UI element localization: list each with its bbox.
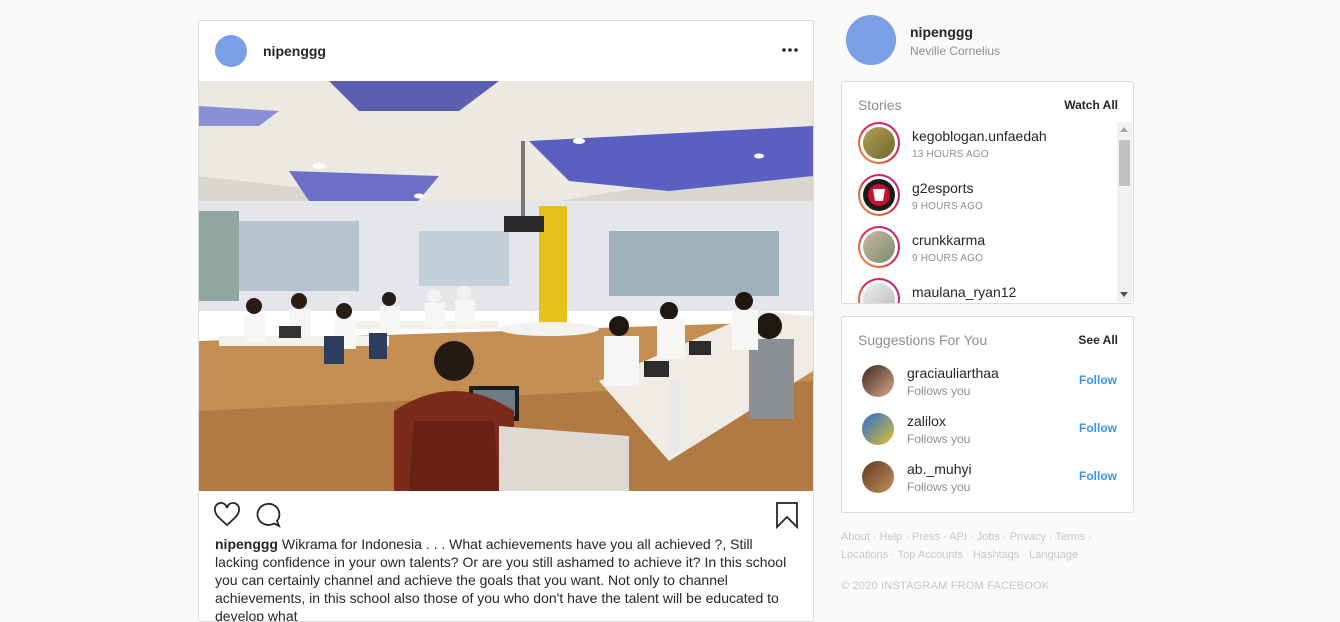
footer-link-api[interactable]: API (949, 531, 967, 543)
suggestion-avatar[interactable] (862, 461, 894, 493)
copyright: © 2020 INSTAGRAM FROM FACEBOOK (841, 580, 1050, 592)
profile-full-name: Neville Cornelius (910, 44, 1001, 58)
footer-link-locations[interactable]: Locations (841, 549, 888, 561)
suggestion-avatar[interactable] (862, 413, 894, 445)
more-options-icon[interactable] (781, 43, 799, 57)
profile-avatar[interactable] (846, 15, 896, 65)
stories-panel: Stories Watch All kegoblogan.unfaedah 13… (841, 81, 1134, 304)
footer-link-language[interactable]: Language (1029, 549, 1078, 561)
footer-link-press[interactable]: Press (912, 531, 940, 543)
suggestion-subtitle: Follows you (907, 384, 971, 398)
suggestion-subtitle: Follows you (907, 480, 971, 494)
story-item[interactable]: kegoblogan.unfaedah 13 HOURS AGO (858, 122, 1108, 166)
follow-button[interactable]: Follow (1079, 373, 1117, 387)
suggestion-username[interactable]: ab._muhyi (907, 461, 972, 477)
comment-icon[interactable] (253, 501, 281, 529)
story-username: g2esports (912, 180, 974, 196)
post-author-avatar[interactable] (215, 35, 247, 67)
post-actions (199, 491, 813, 541)
follow-button[interactable]: Follow (1079, 469, 1117, 483)
story-username: kegoblogan.unfaedah (912, 128, 1047, 144)
scroll-up-arrow[interactable] (1120, 127, 1128, 132)
see-all-link[interactable]: See All (1078, 333, 1118, 347)
stories-scrollbar[interactable] (1117, 122, 1132, 302)
footer-link-privacy[interactable]: Privacy (1010, 531, 1046, 543)
g2-logo-icon (868, 184, 890, 206)
bookmark-icon[interactable] (773, 501, 801, 529)
story-ring (858, 278, 900, 303)
story-time: 9 HOURS AGO (912, 253, 984, 264)
footer-link-jobs[interactable]: Jobs (977, 531, 1000, 543)
suggestion-item: graciauliarthaa Follows you Follow (862, 363, 1122, 399)
story-time: 9 HOURS AGO (912, 201, 984, 212)
stories-title: Stories (858, 97, 902, 113)
suggestion-username[interactable]: zalilox (907, 413, 946, 429)
post-photo[interactable] (199, 81, 813, 491)
story-ring (858, 122, 900, 164)
footer-links: About · Help · Press · API · Jobs · Priv… (841, 531, 1093, 561)
post-card: nipenggg nipenggg Wikrama for Indonesia … (198, 20, 814, 622)
footer-link-hashtags[interactable]: Hashtags (973, 549, 1019, 561)
story-item[interactable]: maulana_ryan12 (858, 278, 1108, 303)
suggestions-title: Suggestions For You (858, 332, 988, 348)
story-item[interactable]: crunkkarma 9 HOURS AGO (858, 226, 1108, 270)
watch-all-link[interactable]: Watch All (1064, 98, 1118, 112)
story-time: 13 HOURS AGO (912, 149, 989, 160)
classroom-photo (199, 81, 813, 491)
suggestion-item: ab._muhyi Follows you Follow (862, 459, 1122, 495)
scroll-down-arrow[interactable] (1120, 292, 1128, 297)
suggestion-item: zalilox Follows you Follow (862, 411, 1122, 447)
story-ring (858, 174, 900, 216)
footer-link-help[interactable]: Help (880, 531, 903, 543)
caption-username[interactable]: nipenggg (215, 536, 278, 552)
profile-username[interactable]: nipenggg (910, 24, 973, 40)
suggestion-avatar[interactable] (862, 365, 894, 397)
post-author-username[interactable]: nipenggg (263, 43, 326, 59)
footer-link-top-accounts[interactable]: Top Accounts (898, 549, 963, 561)
footer-link-terms[interactable]: Terms (1055, 531, 1085, 543)
caption-text: Wikrama for Indonesia . . . What achieve… (215, 536, 787, 622)
story-ring (858, 226, 900, 268)
story-username: crunkkarma (912, 232, 986, 248)
post-caption: nipenggg Wikrama for Indonesia . . . Wha… (215, 535, 797, 622)
story-item[interactable]: g2esports 9 HOURS AGO (858, 174, 1108, 218)
suggestion-username[interactable]: graciauliarthaa (907, 365, 999, 381)
story-username: maulana_ryan12 (912, 284, 1017, 300)
heart-icon[interactable] (213, 501, 241, 529)
scroll-thumb[interactable] (1119, 140, 1130, 186)
footer-link-about[interactable]: About (841, 531, 870, 543)
post-header: nipenggg (199, 21, 813, 81)
suggestion-subtitle: Follows you (907, 432, 971, 446)
suggestions-panel: Suggestions For You See All graciauliart… (841, 316, 1134, 513)
follow-button[interactable]: Follow (1079, 421, 1117, 435)
